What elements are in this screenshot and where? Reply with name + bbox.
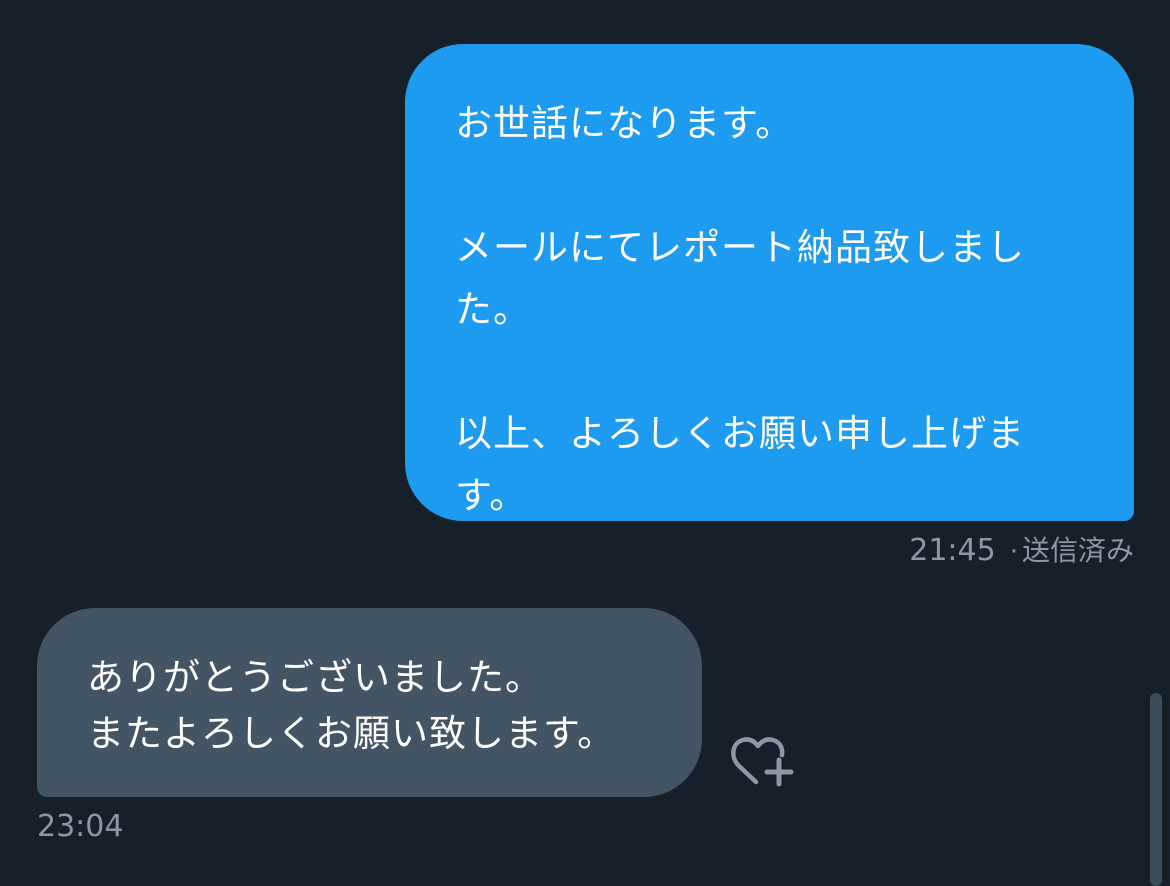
sent-status: 送信済み (1021, 534, 1134, 567)
meta-separator: · (1009, 537, 1018, 567)
sent-message-meta: 21:45 · 送信済み (909, 533, 1134, 570)
received-message-bubble[interactable]: ありがとうございました。 またよろしくお願い致します。 (37, 608, 702, 797)
sent-message-bubble[interactable]: お世話になります。 メールにてレポート納品致しました。 以上、よろしくお願い申し… (405, 44, 1134, 521)
add-reaction-button[interactable] (730, 733, 796, 791)
conversation: お世話になります。 メールにてレポート納品致しました。 以上、よろしくお願い申し… (0, 0, 1170, 886)
scrollbar[interactable] (1150, 693, 1162, 886)
received-message-time: 23:04 (37, 809, 124, 844)
sent-message-time: 21:45 (909, 533, 996, 568)
heart-plus-icon (731, 737, 794, 787)
